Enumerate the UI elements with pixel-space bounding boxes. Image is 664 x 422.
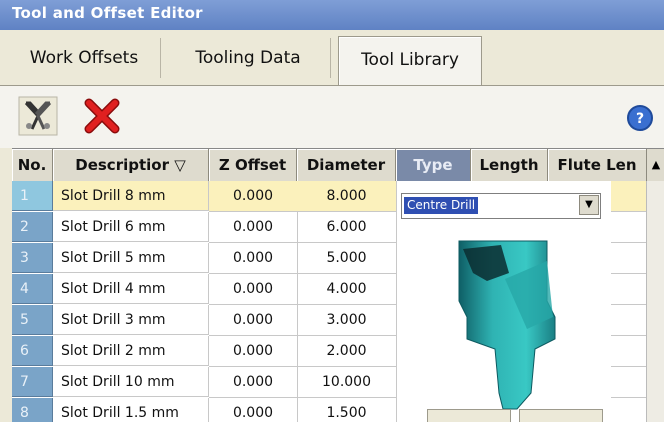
column-header-description[interactable]: Descriptior ▽ xyxy=(53,149,209,182)
type-select[interactable]: Centre Drill ▼ xyxy=(401,193,601,219)
row-number[interactable]: 3 xyxy=(12,243,53,273)
z-offset-cell[interactable]: 0.000 xyxy=(209,336,298,367)
description-cell[interactable]: Slot Drill 4 mm xyxy=(53,274,209,304)
grid-header: No. Descriptior ▽ Z Offset Diameter Type… xyxy=(12,149,664,182)
tool-library-grid: No. Descriptior ▽ Z Offset Diameter Type… xyxy=(12,148,664,422)
diameter-cell[interactable]: 3.000 xyxy=(297,305,397,336)
tab-strip: Work Offsets Tooling Data Tool Library xyxy=(0,30,664,86)
z-offset-cell[interactable]: 0.000 xyxy=(209,398,298,422)
tools-icon[interactable] xyxy=(18,96,58,136)
panel-button-left[interactable] xyxy=(427,409,511,422)
diameter-cell[interactable]: 1.500 xyxy=(297,398,397,422)
window-title: Tool and Offset Editor xyxy=(12,4,203,22)
description-cell[interactable]: Slot Drill 8 mm xyxy=(53,181,209,211)
diameter-cell[interactable]: 10.000 xyxy=(297,367,397,398)
z-offset-cell[interactable]: 0.000 xyxy=(209,367,298,398)
diameter-cell[interactable]: 8.000 xyxy=(297,181,397,212)
tab-work-offsets[interactable]: Work Offsets xyxy=(8,38,161,78)
tab-tool-library[interactable]: Tool Library xyxy=(338,36,482,85)
z-offset-cell[interactable]: 0.000 xyxy=(209,305,298,336)
diameter-cell[interactable]: 4.000 xyxy=(297,274,397,305)
column-header-diameter[interactable]: Diameter xyxy=(297,149,396,182)
column-header-length[interactable]: Length xyxy=(471,149,548,182)
title-bar: Tool and Offset Editor xyxy=(0,0,664,30)
column-header-z-offset[interactable]: Z Offset xyxy=(209,149,297,182)
svg-text:?: ? xyxy=(636,111,644,127)
description-cell[interactable]: Slot Drill 5 mm xyxy=(53,243,209,273)
tab-tooling-data[interactable]: Tooling Data xyxy=(166,38,331,78)
delete-x-icon[interactable] xyxy=(82,96,122,136)
column-header-no[interactable]: No. xyxy=(12,149,53,182)
diameter-cell[interactable]: 2.000 xyxy=(297,336,397,367)
row-number[interactable]: 7 xyxy=(12,367,53,397)
description-cell[interactable]: Slot Drill 1.5 mm xyxy=(53,398,209,422)
z-offset-cell[interactable]: 0.000 xyxy=(209,274,298,305)
row-number[interactable]: 5 xyxy=(12,305,53,335)
panel-button-right[interactable] xyxy=(519,409,603,422)
description-cell[interactable]: Slot Drill 6 mm xyxy=(53,212,209,242)
diameter-cell[interactable]: 6.000 xyxy=(297,212,397,243)
z-offset-cell[interactable]: 0.000 xyxy=(209,212,298,243)
row-number[interactable]: 1 xyxy=(12,181,53,211)
scroll-up-icon[interactable]: ▲ xyxy=(646,149,664,181)
chevron-down-icon[interactable]: ▼ xyxy=(579,195,599,215)
column-header-type[interactable]: Type xyxy=(396,149,471,182)
description-cell[interactable]: Slot Drill 3 mm xyxy=(53,305,209,335)
description-cell[interactable]: Slot Drill 10 mm xyxy=(53,367,209,397)
z-offset-cell[interactable]: 0.000 xyxy=(209,243,298,274)
row-number[interactable]: 2 xyxy=(12,212,53,242)
toolbar: ? xyxy=(0,86,664,148)
row-number[interactable]: 4 xyxy=(12,274,53,304)
description-cell[interactable]: Slot Drill 2 mm xyxy=(53,336,209,366)
type-select-value: Centre Drill xyxy=(404,197,479,214)
diameter-cell[interactable]: 5.000 xyxy=(297,243,397,274)
row-number[interactable]: 8 xyxy=(12,398,53,422)
centre-drill-tool-preview xyxy=(397,221,611,421)
row-number[interactable]: 6 xyxy=(12,336,53,366)
z-offset-cell[interactable]: 0.000 xyxy=(209,181,298,212)
column-header-flute-length[interactable]: Flute Len xyxy=(548,149,647,182)
vertical-scrollbar[interactable] xyxy=(646,181,664,422)
help-icon[interactable]: ? xyxy=(626,104,654,132)
type-dropdown-panel: Centre Drill ▼ xyxy=(396,181,611,422)
